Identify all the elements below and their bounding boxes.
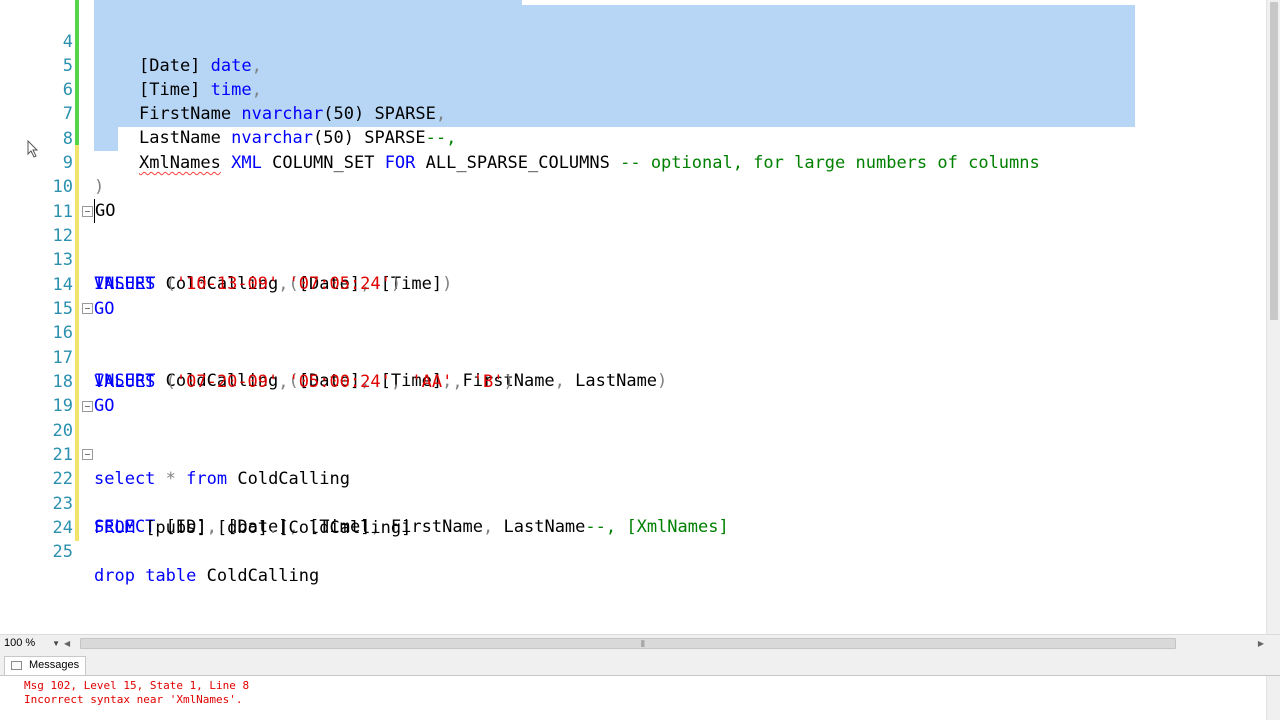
messages-pane[interactable]: Msg 102, Level 15, State 1, Line 8 Incor… <box>0 676 1266 720</box>
code-text: GO <box>94 299 115 319</box>
code-text: VALUES ('10-13-09','07:05:24') <box>94 274 402 294</box>
code-line[interactable]: 17 VALUES ('07-20-09','05:00:24', 'AA', … <box>0 322 514 392</box>
scroll-right-icon[interactable]: ▶ <box>1258 637 1264 650</box>
code-line[interactable]: 14 GO <box>0 249 115 319</box>
code-text: GO <box>94 396 115 416</box>
code-text: GO <box>94 199 116 223</box>
query-editor[interactable]: 4 [Date] date, 5 [Time] time, 6 FirstNam… <box>0 0 1266 634</box>
scrollbar-thumb[interactable] <box>1270 2 1278 320</box>
tab-messages[interactable]: Messages <box>4 656 86 675</box>
fold-minus-icon[interactable] <box>82 449 93 460</box>
code-text: [Date] date, <box>139 56 262 76</box>
editor-status-row: 100 % ▼ ◀ ⫴ ▶ <box>0 634 1280 653</box>
code-line[interactable]: 6 FirstName nvarchar(50) SPARSE, <box>0 54 446 124</box>
code-line[interactable]: 19 <box>0 370 73 416</box>
code-line[interactable]: 11 <box>0 176 73 222</box>
zoom-level: 100 % <box>4 637 36 649</box>
code-text: FROM [pubs].[dbo].[ColdCalling] <box>94 518 412 538</box>
code-line[interactable]: 8 XmlNames XML COLUMN_SET FOR ALL_SPARSE… <box>0 103 1040 173</box>
change-tracking-margin <box>75 0 79 541</box>
error-message: Incorrect syntax near 'XmlNames'. <box>24 693 243 706</box>
fold-minus-icon[interactable] <box>82 206 93 217</box>
code-line[interactable]: 13 VALUES ('10-13-09','07:05:24') <box>0 224 402 294</box>
scrollbar-thumb[interactable]: ⫴ <box>80 638 1176 649</box>
saved-changes-marker <box>75 0 79 145</box>
code-text: LastName nvarchar(50) SPARSE--, <box>139 128 457 148</box>
messages-vertical-scrollbar[interactable] <box>1266 676 1280 720</box>
code-text: FirstName nvarchar(50) SPARSE, <box>139 104 447 124</box>
code-line[interactable]: 25 drop table ColdCalling <box>0 516 320 586</box>
code-text: VALUES ('07-20-09','05:00:24', 'AA', 'B'… <box>94 372 514 392</box>
code-line[interactable]: 22 SELECT [ID], [Date], [Time], FirstNam… <box>0 443 729 537</box>
syntax-error-squiggle: XmlNames <box>139 153 221 173</box>
code-text: [Time] time, <box>139 80 262 100</box>
tab-label: Messages <box>29 659 80 671</box>
scroll-left-icon[interactable]: ◀ <box>64 637 70 650</box>
code-text: select * from ColdCalling <box>94 469 350 489</box>
fold-minus-icon[interactable] <box>82 303 93 314</box>
grip-icon: ⫴ <box>641 639 645 649</box>
code-line[interactable]: 7 LastName nvarchar(50) SPARSE--, <box>0 78 457 148</box>
results-tab-strip: Messages <box>0 653 1280 676</box>
code-line[interactable]: 18 GO <box>0 346 115 416</box>
line-number: 25 <box>52 542 73 562</box>
mouse-cursor-icon <box>27 140 39 158</box>
editor-horizontal-scrollbar[interactable]: ◀ ⫴ ▶ <box>64 637 1264 650</box>
code-line[interactable]: 12 INSERT ColdCalling ([Date], [Time]) <box>0 200 452 294</box>
fold-minus-icon[interactable] <box>82 401 93 412</box>
code-line[interactable]: 21 <box>0 419 73 465</box>
code-line[interactable]: 15 <box>0 273 73 319</box>
error-message: Msg 102, Level 15, State 1, Line 8 <box>24 679 250 692</box>
unsaved-changes-marker <box>75 145 79 541</box>
editor-vertical-scrollbar[interactable] <box>1266 0 1280 634</box>
code-line[interactable]: 20 select * from ColdCalling <box>0 395 350 489</box>
code-line[interactable]: 16 INSERT ColdCalling ([Date], [Time], F… <box>0 297 667 391</box>
code-line[interactable]: 24 <box>0 492 73 538</box>
zoom-dropdown[interactable]: 100 % ▼ <box>4 637 60 650</box>
code-line[interactable]: 4 [Date] date, <box>0 6 262 76</box>
code-text: ) <box>94 177 105 197</box>
code-text: drop table ColdCalling <box>94 566 320 586</box>
selection-highlight <box>94 127 118 151</box>
code-line[interactable]: 5 [Time] time, <box>0 30 262 100</box>
code-text: XmlNames XML COLUMN_SET FOR ALL_SPARSE_C… <box>139 153 1040 173</box>
messages-icon <box>11 661 22 670</box>
dropdown-arrow-icon: ▼ <box>52 639 60 648</box>
code-line[interactable]: 23 FROM [pubs].[dbo].[ColdCalling] <box>0 468 412 538</box>
